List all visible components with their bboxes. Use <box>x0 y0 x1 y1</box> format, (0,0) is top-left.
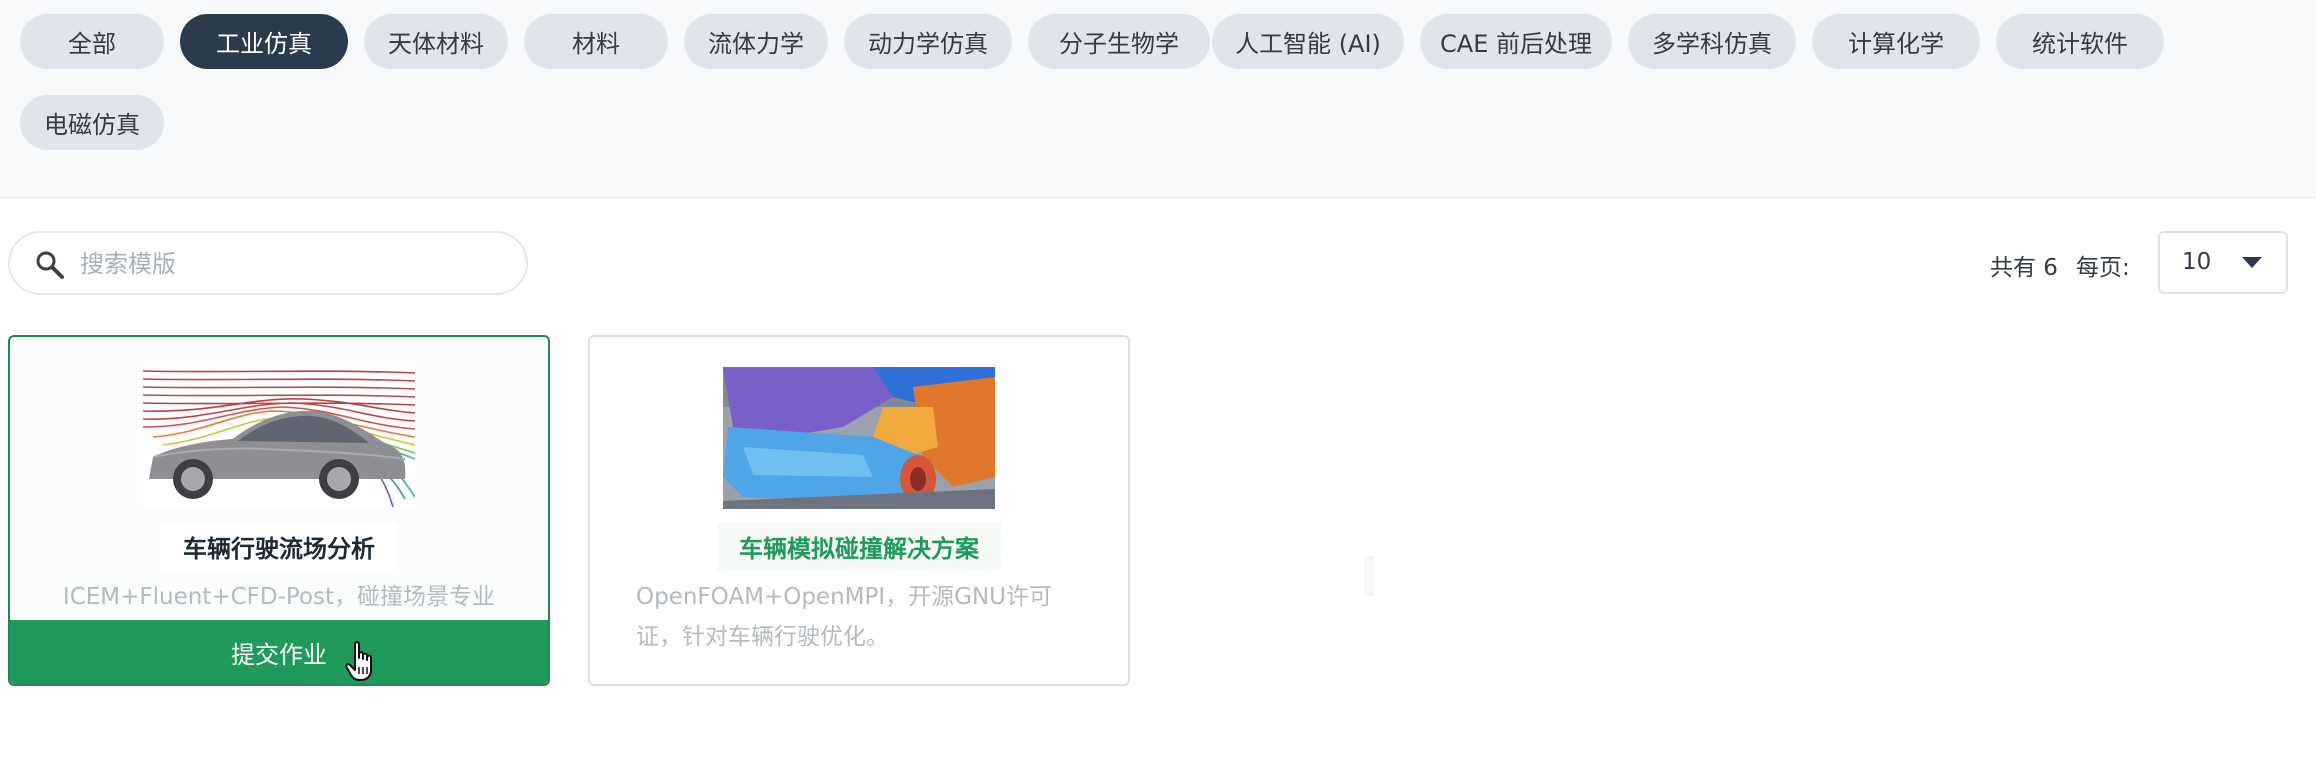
hand-pointer-cursor-icon <box>345 641 372 681</box>
search-box <box>8 231 528 295</box>
category-chip-cae[interactable]: CAE 前后处理 <box>1420 14 1612 69</box>
category-chip-ai[interactable]: 人工智能 (AI) <box>1212 14 1404 69</box>
category-chip-electromagnetic-simulation[interactable]: 电磁仿真 <box>20 95 164 150</box>
category-chip-industrial-simulation[interactable]: 工业仿真 <box>180 14 348 69</box>
per-page-value: 10 <box>2182 249 2212 275</box>
template-card-vehicle-flow[interactable]: 车辆行驶流场分析 ICEM+Fluent+CFD-Post，碰撞场景专业 提交作… <box>8 335 550 686</box>
category-chip-dynamics-simulation[interactable]: 动力学仿真 <box>844 14 1012 69</box>
category-chip-all[interactable]: 全部 <box>20 14 164 69</box>
category-filter-bar: 全部 工业仿真 天体材料 材料 流体力学 动力学仿真 分子生物学 人工智能 (A… <box>0 0 2316 198</box>
category-chip-computational-chemistry[interactable]: 计算化学 <box>1812 14 1980 69</box>
card-title: 车辆行驶流场分析 <box>10 523 548 570</box>
per-page-label: 每页: <box>2076 255 2130 281</box>
template-card-vehicle-crash[interactable]: 车辆模拟碰撞解决方案 OpenFOAM+OpenMPI，开源GNU许可证，针对车… <box>588 335 1130 686</box>
category-chip-materials[interactable]: 材料 <box>524 14 668 69</box>
car-flow-streamlines-image <box>143 367 415 509</box>
category-chip-astro-materials[interactable]: 天体材料 <box>364 14 508 69</box>
category-chip-fluid-mechanics[interactable]: 流体力学 <box>684 14 828 69</box>
card-title: 车辆模拟碰撞解决方案 <box>590 523 1128 570</box>
chevron-down-icon <box>2242 257 2262 268</box>
category-chip-statistics-software[interactable]: 统计软件 <box>1996 14 2164 69</box>
search-icon <box>36 251 64 279</box>
card-description: ICEM+Fluent+CFD-Post，碰撞场景专业 <box>62 584 496 610</box>
submit-job-button[interactable]: 提交作业 <box>10 620 548 684</box>
card-description: OpenFOAM+OpenMPI，开源GNU许可证，针对车辆行驶优化。 <box>636 584 1052 650</box>
car-crash-simulation-image <box>723 367 995 509</box>
divider <box>1364 556 1374 596</box>
category-chip-multidisciplinary[interactable]: 多学科仿真 <box>1628 14 1796 69</box>
per-page-select[interactable]: 10 <box>2158 231 2288 294</box>
total-count-text: 共有 6 <box>1990 255 2058 281</box>
category-chip-molecular-biology[interactable]: 分子生物学 <box>1028 14 1210 69</box>
search-input[interactable] <box>80 241 510 287</box>
